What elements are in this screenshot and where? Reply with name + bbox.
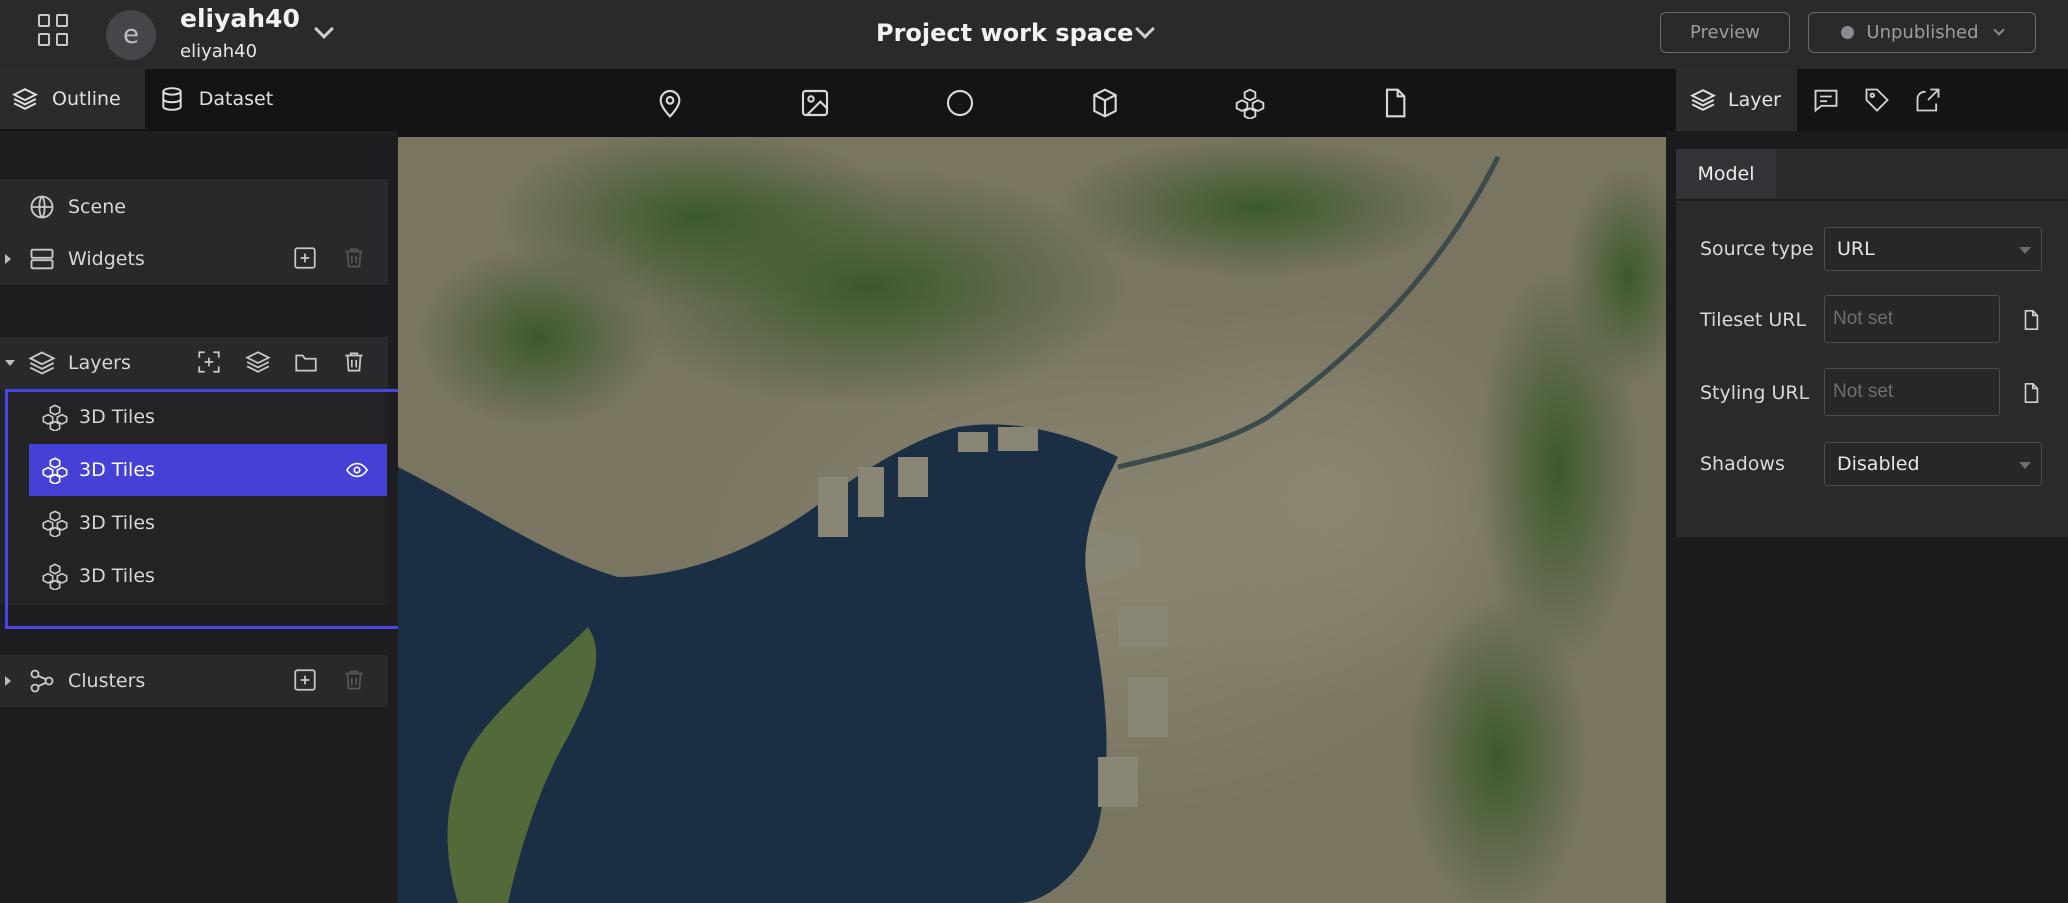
delete-cluster-icon <box>345 670 363 690</box>
chevron-down-icon[interactable] <box>314 19 334 39</box>
expand-arrow-icon[interactable] <box>5 676 11 686</box>
tab-divider <box>1676 199 2068 201</box>
publish-status-button[interactable]: Unpublished <box>1808 12 2036 53</box>
tab-layer[interactable]: Layer <box>1676 69 1797 131</box>
shadows-value: Disabled <box>1837 453 1920 475</box>
circle-icon[interactable] <box>944 87 976 119</box>
layers-row[interactable]: Layers <box>0 337 388 389</box>
top-header: e eliyah40 eliyah40 Project work space P… <box>0 0 2068 69</box>
tab-model[interactable]: Model <box>1676 149 1776 199</box>
export-icon[interactable] <box>1914 86 1942 114</box>
scene-label: Scene <box>68 196 126 218</box>
file-icon[interactable] <box>2020 307 2042 333</box>
globe-icon <box>30 195 54 219</box>
chevron-down-icon[interactable] <box>1135 19 1155 39</box>
widgets-row[interactable]: Widgets <box>0 233 388 285</box>
source-type-label: Source type <box>1700 238 1814 260</box>
styling-url-placeholder: Not set <box>1833 381 1894 402</box>
add-layer-icon[interactable] <box>196 349 222 375</box>
file-icon[interactable] <box>2020 380 2042 406</box>
workspace-user-subtitle: eliyah40 <box>180 41 258 62</box>
widgets-label: Widgets <box>68 248 145 270</box>
left-tabs: Outline Dataset <box>0 69 398 131</box>
satellite-map-image <box>398 137 1666 903</box>
source-type-value: URL <box>1837 238 1875 260</box>
avatar[interactable]: e <box>106 10 156 60</box>
shadows-select[interactable]: Disabled <box>1824 442 2042 486</box>
file-icon[interactable] <box>1379 87 1411 119</box>
status-dot-icon <box>1841 26 1855 39</box>
layers-icon <box>1690 89 1716 111</box>
source-type-select[interactable]: URL <box>1824 227 2042 271</box>
tileset-url-placeholder: Not set <box>1833 308 1894 329</box>
satellite-map-canvas[interactable] <box>398 137 1666 903</box>
cubes-icon[interactable] <box>1234 87 1266 119</box>
dropdown-caret-icon <box>2019 462 2031 469</box>
collapse-arrow-icon[interactable] <box>5 360 15 366</box>
layers-icon <box>28 351 56 375</box>
shadows-label: Shadows <box>1700 453 1785 475</box>
tab-dataset[interactable]: Dataset <box>145 69 297 129</box>
preview-button[interactable]: Preview <box>1660 12 1790 53</box>
tab-dataset-label: Dataset <box>198 88 274 110</box>
delete-widget-icon <box>345 248 363 268</box>
publish-status-label: Unpublished <box>1866 22 1979 43</box>
delete-layer-icon[interactable] <box>341 349 367 375</box>
layers-icon <box>12 88 38 110</box>
apps-grid-icon[interactable] <box>38 14 70 46</box>
right-tabs: Layer <box>1666 69 2068 131</box>
widgets-icon <box>30 248 54 270</box>
scene-widgets-panel: Scene Widgets <box>0 179 388 285</box>
comment-icon[interactable] <box>1812 86 1840 114</box>
image-icon[interactable] <box>799 87 831 119</box>
map-pin-icon[interactable] <box>654 87 686 119</box>
clusters-icon <box>30 669 54 693</box>
folder-icon[interactable] <box>293 349 319 375</box>
layers-label: Layers <box>68 352 131 374</box>
tag-icon[interactable] <box>1863 86 1891 114</box>
map-toolbar <box>398 69 1666 137</box>
right-panel: Layer Model Source type URL Tileset URL … <box>1666 69 2068 903</box>
dropdown-caret-icon <box>2019 247 2031 254</box>
tab-outline[interactable]: Outline <box>0 69 145 129</box>
clusters-row[interactable]: Clusters <box>0 655 388 707</box>
layer-stack-icon[interactable] <box>245 349 271 375</box>
chevron-down-icon <box>1992 24 2005 36</box>
box-icon[interactable] <box>1089 87 1121 119</box>
styling-url-label: Styling URL <box>1700 382 1810 404</box>
project-title[interactable]: Project work space <box>876 19 1133 47</box>
selection-highlight <box>5 389 403 629</box>
preview-button-label: Preview <box>1689 22 1761 43</box>
tab-layer-label: Layer <box>1728 89 1781 111</box>
clusters-panel: Clusters <box>0 655 388 707</box>
add-widget-icon[interactable] <box>292 245 318 271</box>
add-cluster-icon[interactable] <box>292 667 318 693</box>
tileset-url-input[interactable]: Not set <box>1824 295 2000 343</box>
tileset-url-label: Tileset URL <box>1700 309 1807 331</box>
workspace-user-name: eliyah40 <box>180 4 300 33</box>
left-sidebar: Outline Dataset Scene Widgets Layers 3D … <box>0 69 403 903</box>
clusters-label: Clusters <box>68 670 146 692</box>
tab-outline-label: Outline <box>52 88 121 110</box>
expand-arrow-icon[interactable] <box>5 254 11 264</box>
model-panel: Model Source type URL Tileset URL Not se… <box>1676 149 2068 537</box>
scene-row[interactable]: Scene <box>0 181 388 233</box>
styling-url-input[interactable]: Not set <box>1824 368 2000 416</box>
database-icon <box>162 87 182 111</box>
app-root: e eliyah40 eliyah40 Project work space P… <box>0 0 2068 903</box>
